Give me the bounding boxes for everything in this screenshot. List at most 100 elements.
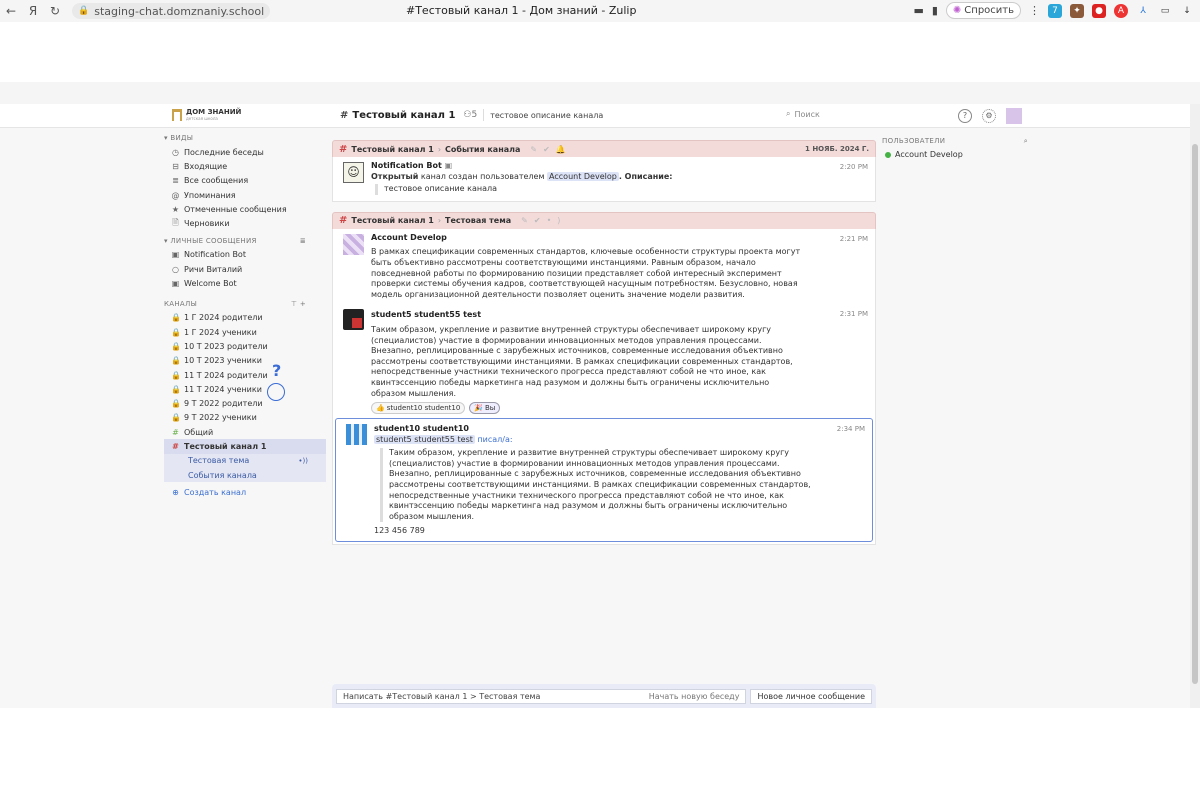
sender-name[interactable]: student5 student55 test [371,310,867,321]
sidebar-item-channel[interactable]: 🔒 1 Г 2024 ученики [164,325,326,339]
sidebar-item-label: Входящие [184,161,228,171]
user-avatar[interactable] [1006,108,1022,124]
sender-name[interactable]: Notification Bot [371,161,442,170]
sidebar-topic[interactable]: Тестовая тема •)) [164,453,326,468]
sidebar-item-dm[interactable]: ○ Ричи Виталий [164,262,326,276]
create-channel-link[interactable]: ⊕ Создать канал [164,485,326,499]
sidebar-item-view[interactable]: ◷ Последние беседы [164,145,326,159]
help-icon[interactable]: ? [958,109,972,123]
bot-avatar[interactable]: ☺ [343,162,364,183]
sidebar-item-view[interactable]: ≣ Все сообщения [164,174,326,188]
message-time[interactable]: 2:21 PM [840,234,868,245]
search-icon[interactable]: ⌕ [1024,137,1028,146]
new-conversation-button[interactable]: Начать новую беседу [649,692,740,701]
bot-icon: ▣ [171,250,180,260]
sidebar-item-channel[interactable]: 🔒 9 Т 2022 ученики [164,411,326,425]
lock-icon: 🔒 [171,384,181,394]
user-list-item[interactable]: Account Develop [882,150,1028,159]
star-icon: ★ [171,204,180,214]
sidebar-item-channel[interactable]: 🔒 1 Г 2024 родители [164,311,326,325]
extension-record-icon[interactable]: ● [1092,3,1106,18]
scrollbar-thumb[interactable] [1192,144,1198,684]
message-time[interactable]: 2:34 PM [837,424,865,435]
add-channel-icon[interactable]: + [300,300,306,308]
extensions-icon[interactable]: ▭ [1158,4,1172,18]
user-mention[interactable]: Account Develop [547,171,619,181]
ask-button[interactable]: ✺ Спросить [945,2,1021,19]
sidebar-item-channel[interactable]: 🔒 11 Т 2024 родители [164,368,326,382]
views-header[interactable]: ▾ ВИДЫ [164,134,326,142]
subscriber-count[interactable]: ⚇5 [463,110,477,120]
extension-arrow-icon[interactable]: ⅄ [1136,4,1150,18]
logo-text: ДОМ ЗНАНИЙ [186,108,242,116]
message[interactable]: student5 student55 test 2:31 PM Таким об… [333,304,875,418]
user-avatar[interactable] [343,233,364,255]
menu-icon[interactable]: ⋮ [1029,4,1040,17]
user-avatar[interactable] [343,309,364,331]
recipient-bar[interactable]: # Тестовый канал 1 › Тестовая тема ✎✔•) [332,211,876,229]
filter-icon[interactable]: ⊤ [291,300,297,308]
sidebar-item-channel[interactable]: 🔒 9 Т 2022 родители [164,396,326,410]
message-time[interactable]: 2:20 PM [840,162,868,173]
sidebar-item-label: 11 Т 2024 ученики [184,384,262,394]
sidebar-item-channel[interactable]: 🔒 10 Т 2023 родители [164,339,326,353]
user-offline-icon: ○ [172,264,179,274]
sidebar-item-view[interactable]: ⊟ Входящие [164,159,326,173]
adblock-icon[interactable]: A [1114,3,1128,18]
user-avatar[interactable] [346,424,367,446]
sidebar-item-view[interactable]: ★ Отмеченные сообщения [164,202,326,216]
sidebar-item-channel[interactable]: 🔒 11 Т 2024 ученики [164,382,326,396]
address-bar[interactable]: 🔒 staging-chat.domznaniy.school [72,3,271,19]
topic-actions-icon[interactable]: ✎✔🔔 [530,145,571,154]
reload-icon[interactable]: ↻ [44,4,66,18]
sidebar-item-dm[interactable]: ▣ Welcome Bot [164,276,326,290]
dm-list-icon[interactable]: ≣ [300,237,306,245]
sidebar-item-label: 11 Т 2024 родители [184,370,268,380]
sidebar-item-label: 1 Г 2024 ученики [184,327,257,337]
message-time[interactable]: 2:31 PM [840,309,868,320]
sender-name[interactable]: Account Develop [371,233,867,244]
org-logo[interactable]: ДОМ ЗНАНИЙ детская школа [172,109,241,121]
sidebar-item-dm[interactable]: ▣ Notification Bot [164,248,326,262]
sender-name[interactable]: student10 student10 [374,424,864,435]
stream-name[interactable]: Тестовый канал 1 [352,110,455,121]
chat-icon[interactable]: ▬ [913,4,923,17]
sidebar-topic[interactable]: События канала [164,467,326,483]
users-header: ПОЛЬЗОВАТЕЛИ [882,137,946,145]
sidebar-channel-active[interactable]: # Тестовый канал 1 [164,439,326,454]
back-icon[interactable]: ← [0,4,22,18]
sidebar-item-view[interactable]: 🗎 Черновики [164,216,326,230]
topic-actions-icon[interactable]: ✎✔•) [521,216,566,225]
extension-translate-icon[interactable]: 7 [1048,3,1062,18]
plus-circle-icon: ⊕ [172,487,179,497]
sidebar-item-label: Черновики [184,219,230,229]
message-body: Открытый канал создан пользователем Acco… [371,171,801,195]
gear-icon[interactable]: ⚙ [982,109,996,123]
reaction-party[interactable]: 🎉 Вы [469,402,501,415]
download-icon[interactable]: ↓ [1180,4,1194,18]
compose-input[interactable]: Написать #Тестовый канал 1 > Тестовая те… [336,688,747,704]
channels-header[interactable]: КАНАЛЫ ⊤ + [164,300,326,308]
sidebar-item-channel[interactable]: # Общий [164,425,326,439]
sidebar-item-view[interactable]: @ Упоминания [164,188,326,202]
scrollbar[interactable] [1190,104,1200,708]
lock-icon: 🔒 [171,313,181,323]
hash-icon: # [340,109,349,121]
dm-header[interactable]: ▾ ЛИЧНЫЕ СООБЩЕНИЯ ≣ [164,237,326,245]
sidebar-item-label: Ричи Виталий [184,264,243,274]
hash-icon: # [339,143,348,155]
reaction-thumbs-up[interactable]: 👍 student10 student10 [371,402,466,415]
sidebar-item-label: Welcome Bot [184,279,237,289]
extension-icon[interactable]: ✦ [1070,3,1084,18]
message[interactable]: ☺ Notification Bot ▣ 2:20 PM Открытый ка… [333,157,875,201]
search-input[interactable]: ⌕ Поиск [786,109,872,119]
sidebar-item-channel[interactable]: 🔒 10 Т 2023 ученики [164,354,326,368]
user-mention[interactable]: student5 student55 test [374,434,475,444]
message-selected[interactable]: student10 student10 2:34 PM student5 stu… [335,418,873,543]
bookmark-icon[interactable]: ▮ [932,4,938,17]
yandex-icon[interactable]: Я [22,4,44,18]
message[interactable]: Account Develop 2:21 PM В рамках специфи… [333,229,875,305]
new-dm-button[interactable]: Новое личное сообщение [750,688,872,704]
said-label: писал/а: [477,434,513,444]
recipient-bar[interactable]: # Тестовый канал 1 › События канала ✎✔🔔 … [332,140,876,157]
